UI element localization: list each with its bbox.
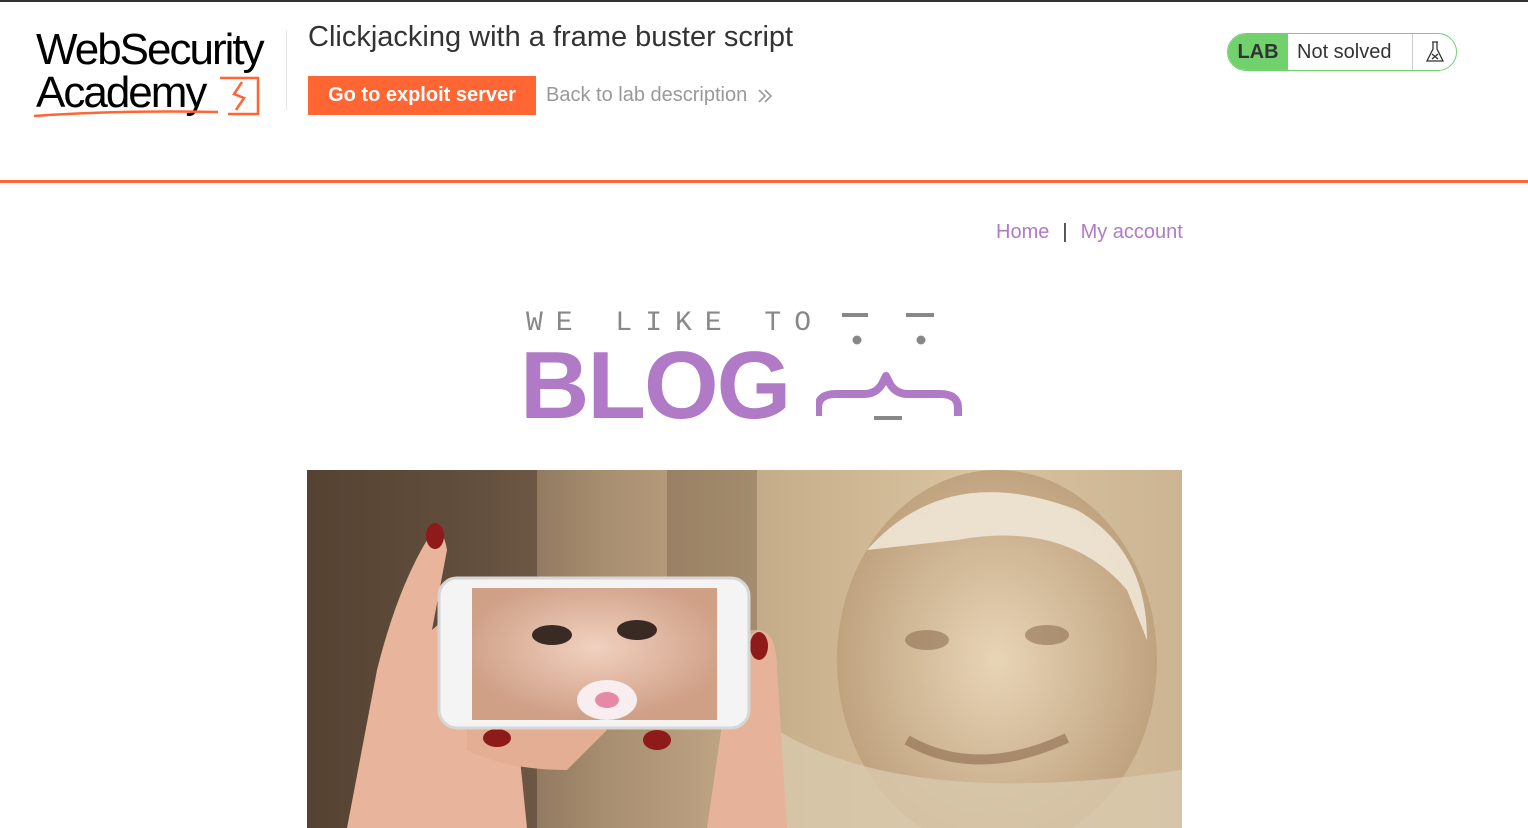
back-link-label: Back to lab description bbox=[546, 84, 748, 106]
hero-photo-illustration bbox=[307, 470, 1182, 828]
blog-face-icon bbox=[816, 313, 962, 420]
academy-header: WebSecurity Academy Clickjacking with a … bbox=[0, 2, 1528, 182]
double-chevron-right-icon bbox=[758, 88, 773, 103]
nav-my-account-link[interactable]: My account bbox=[1081, 221, 1183, 244]
back-to-lab-description-link[interactable]: Back to lab description bbox=[546, 84, 773, 107]
blog-logo: WE LIKE TO BLOG bbox=[520, 306, 970, 434]
go-to-exploit-server-button[interactable]: Go to exploit server bbox=[308, 76, 536, 115]
lab-title: Clickjacking with a frame buster script bbox=[308, 21, 794, 53]
lab-label: LAB bbox=[1228, 34, 1288, 70]
header-divider bbox=[286, 30, 287, 110]
nav-home-link[interactable]: Home bbox=[996, 221, 1049, 244]
flask-area bbox=[1412, 34, 1456, 70]
flask-icon bbox=[1425, 41, 1444, 62]
lab-status-badge: LAB Not solved bbox=[1227, 33, 1457, 71]
nav-separator: | bbox=[1062, 221, 1068, 243]
blog-hero-image[interactable] bbox=[307, 470, 1182, 828]
header-orange-rule bbox=[0, 180, 1528, 183]
lab-status-text: Not solved bbox=[1297, 40, 1392, 63]
top-nav: Home | My account bbox=[996, 221, 1183, 244]
blog-word: BLOG bbox=[520, 332, 791, 439]
web-security-academy-logo[interactable]: WebSecurity Academy bbox=[32, 28, 282, 122]
logo-mark-icon bbox=[33, 76, 260, 118]
